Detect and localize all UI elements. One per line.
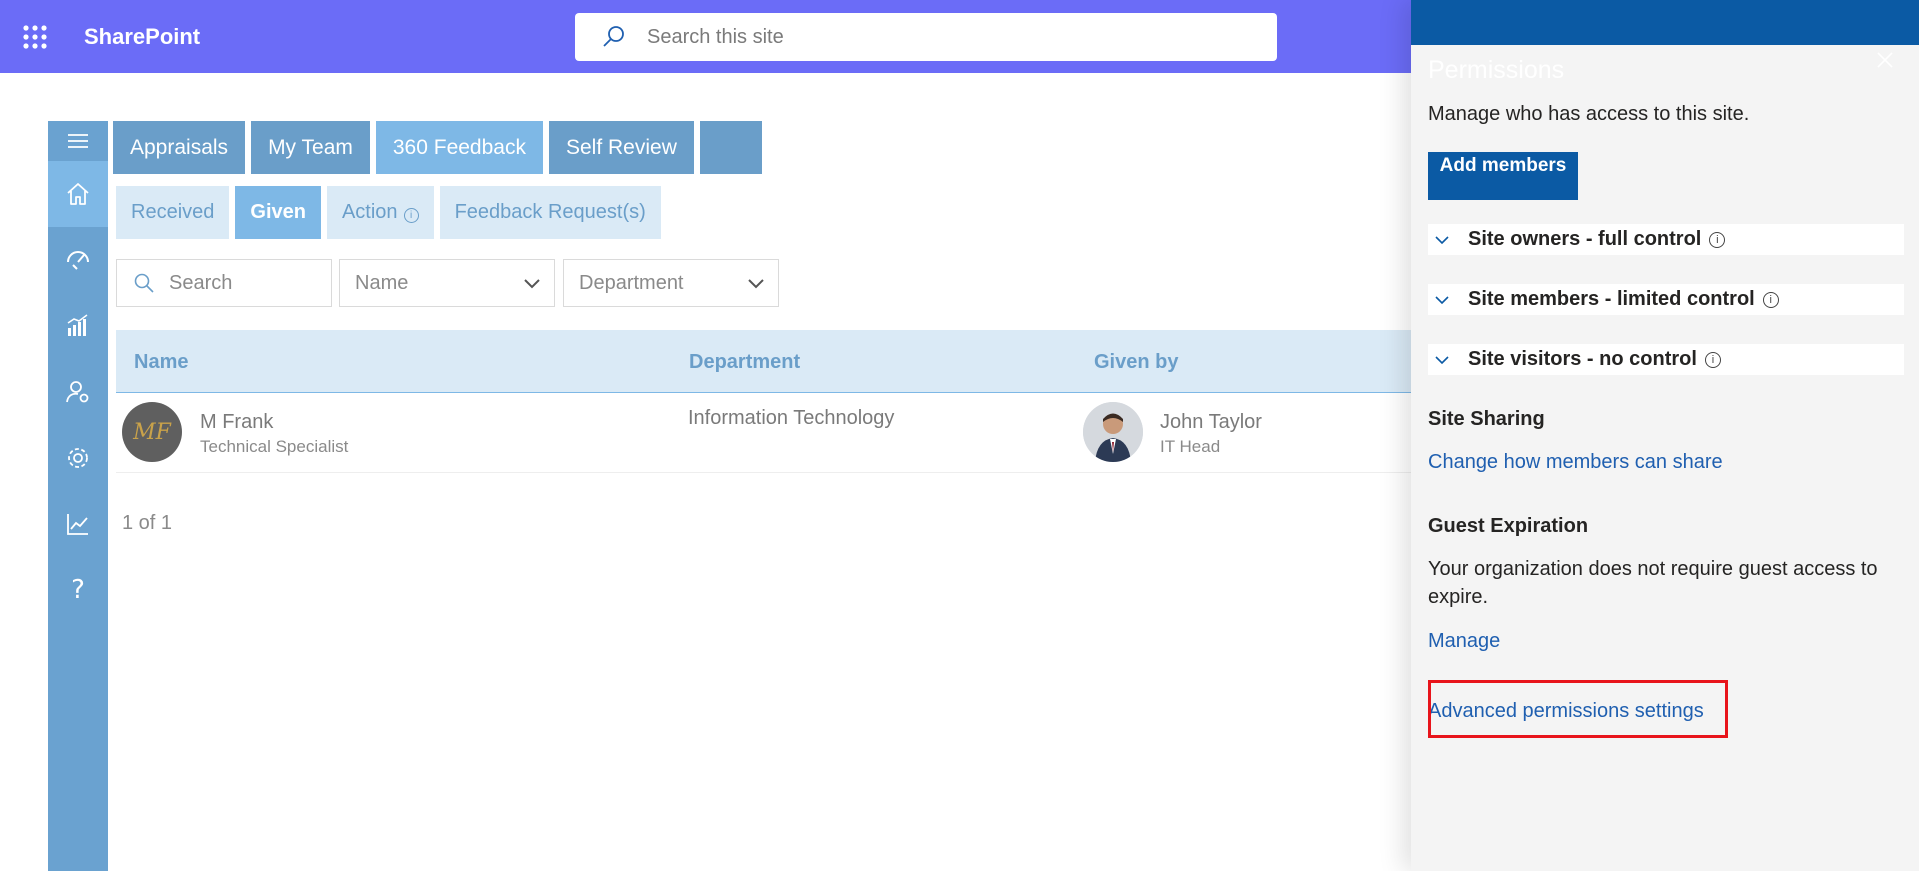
feedback-search-input[interactable]: Search — [116, 259, 332, 307]
group-site-members[interactable]: Site members - limited control i — [1428, 284, 1904, 315]
settings-icon[interactable] — [48, 425, 108, 491]
subtab-action-label: Action — [341, 201, 398, 223]
group-site-members-label: Site members - limited control — [1468, 288, 1755, 310]
avatar: MF — [122, 402, 182, 462]
main-tabs: Appraisals My Team 360 Feedback Self Rev… — [113, 121, 762, 174]
chevron-down-icon — [748, 279, 764, 289]
info-icon: i — [1709, 231, 1726, 248]
pager-text: 1 of 1 — [122, 512, 173, 534]
change-sharing-link[interactable]: Change how members can share — [1428, 451, 1723, 474]
subtab-given[interactable]: Given — [235, 186, 321, 239]
search-icon — [603, 26, 624, 47]
group-site-visitors[interactable]: Site visitors - no control i — [1428, 344, 1904, 375]
given-by-name: John Taylor — [1160, 411, 1262, 433]
department-select[interactable]: Department — [563, 259, 779, 307]
chevron-down-icon — [1435, 235, 1449, 244]
panel-description: Manage who has access to this site. — [1428, 103, 1750, 125]
menu-icon[interactable] — [48, 121, 108, 161]
help-glyph: ? — [71, 575, 85, 605]
department-cell: Information Technology — [688, 407, 895, 429]
site-sharing-heading: Site Sharing — [1428, 408, 1545, 430]
table-header: Name Department Given by — [116, 330, 1412, 393]
info-icon: i — [1762, 291, 1779, 308]
name-select[interactable]: Name — [339, 259, 555, 307]
info-icon: i — [403, 207, 419, 223]
site-search-input[interactable]: Search this site — [575, 13, 1277, 61]
group-site-visitors-label: Site visitors - no control — [1468, 348, 1697, 370]
feedback-subtabs: Received Given Action i Feedback Request… — [116, 186, 661, 239]
person-name: M Frank — [200, 411, 274, 433]
tab-appraisals[interactable]: Appraisals — [113, 121, 246, 174]
permissions-panel: Permissions Manage who has access to thi… — [1411, 0, 1919, 871]
tab-my-team[interactable]: My Team — [251, 121, 370, 174]
panel-title: Permissions — [1428, 56, 1565, 84]
subtab-received[interactable]: Received — [116, 186, 230, 239]
avatar — [1083, 402, 1143, 462]
left-nav-rail: ? — [48, 121, 108, 871]
guest-expiration-text: Your organization does not require guest… — [1428, 558, 1878, 608]
column-header-department[interactable]: Department — [689, 351, 800, 374]
subtab-given-label: Given — [250, 201, 306, 223]
manage-link[interactable]: Manage — [1428, 630, 1500, 653]
info-icon: i — [1704, 351, 1721, 368]
column-header-name[interactable]: Name — [134, 351, 188, 374]
group-site-owners[interactable]: Site owners - full control i — [1428, 224, 1904, 255]
site-search-placeholder: Search this site — [647, 25, 784, 48]
subtab-feedback-requests[interactable]: Feedback Request(s) — [439, 186, 661, 239]
line-chart-icon[interactable] — [48, 491, 108, 557]
given-by-role: IT Head — [1160, 437, 1221, 456]
name-select-value: Name — [355, 271, 409, 294]
subtab-received-label: Received — [131, 201, 215, 223]
department-select-value: Department — [579, 271, 684, 294]
group-site-owners-label: Site owners - full control — [1468, 228, 1702, 250]
close-icon[interactable] — [1875, 50, 1895, 70]
subtab-action[interactable]: Action i — [326, 186, 434, 239]
gauge-icon[interactable] — [48, 227, 108, 293]
app-brand[interactable]: SharePoint — [84, 24, 200, 50]
panel-header-bar — [1411, 0, 1919, 45]
search-icon — [134, 273, 154, 293]
guest-expiration-heading: Guest Expiration — [1428, 515, 1589, 537]
person-role: Technical Specialist — [200, 437, 349, 456]
home-icon[interactable] — [48, 161, 108, 227]
bar-chart-icon[interactable] — [48, 293, 108, 359]
app-launcher-icon[interactable] — [22, 24, 48, 50]
column-header-given-by[interactable]: Given by — [1094, 351, 1178, 374]
user-gear-icon[interactable] — [48, 359, 108, 425]
help-icon[interactable]: ? — [48, 557, 108, 623]
avatar-initials: MF — [133, 419, 171, 445]
table-row[interactable]: MF M Frank Technical Specialist Informat… — [116, 393, 1412, 473]
highlight-box — [1428, 680, 1728, 738]
tab-self-review[interactable]: Self Review — [548, 121, 694, 174]
feedback-search-placeholder: Search — [169, 271, 233, 294]
add-members-button[interactable]: Add members — [1428, 152, 1578, 200]
chevron-down-icon — [524, 279, 540, 289]
tab-blank[interactable] — [699, 121, 762, 174]
chevron-down-icon — [1435, 295, 1449, 304]
chevron-down-icon — [1435, 355, 1449, 364]
tab-360-feedback[interactable]: 360 Feedback — [375, 121, 543, 174]
subtab-feedback-requests-label: Feedback Request(s) — [454, 201, 646, 223]
